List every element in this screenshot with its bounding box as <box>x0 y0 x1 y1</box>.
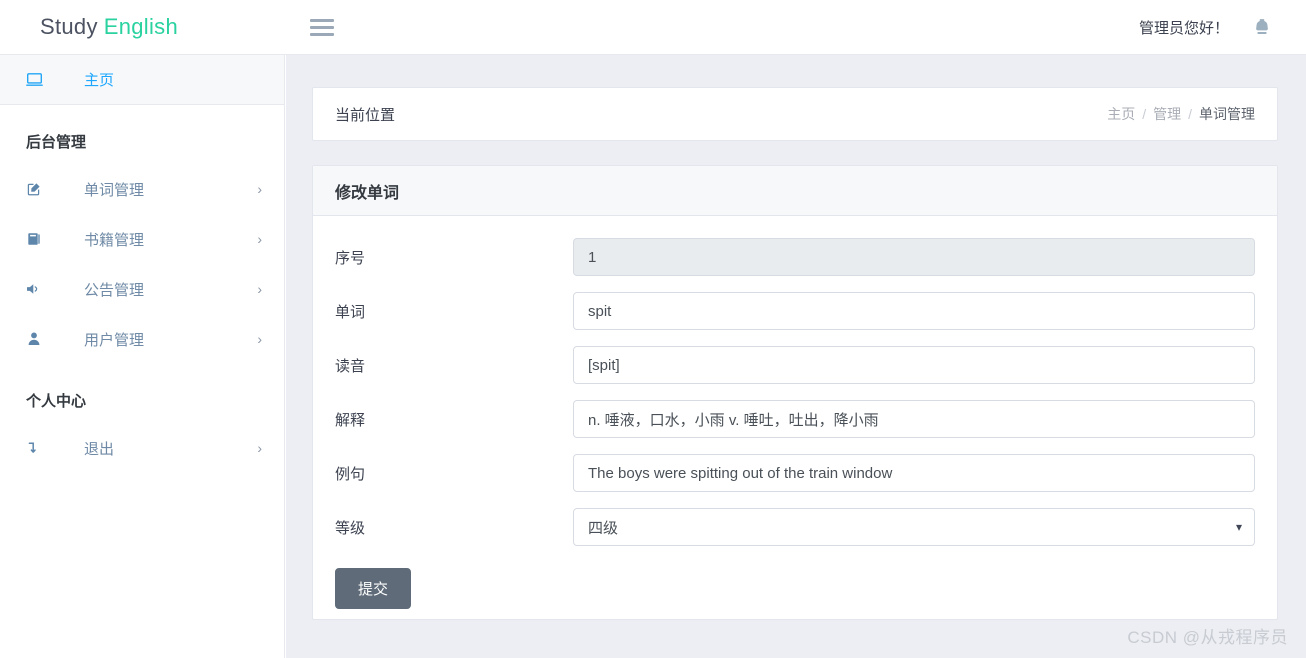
label-example: 例句 <box>335 465 366 483</box>
chevron-right-icon: › <box>257 181 262 197</box>
sidebar-section-personal: 个人中心 <box>26 393 87 410</box>
breadcrumb-separator: / <box>1188 106 1192 122</box>
sidebar-item-announcement-management[interactable]: 公告管理 › <box>0 264 284 314</box>
form-actions: 提交 <box>335 568 1255 609</box>
breadcrumb-item-current: 单词管理 <box>1199 106 1255 122</box>
monitor-icon <box>26 71 60 88</box>
label-definition: 解释 <box>335 411 366 429</box>
label-level: 等级 <box>335 519 366 537</box>
logout-icon <box>26 440 60 456</box>
hamburger-bar <box>310 32 334 36</box>
sidebar-item-label: 退出 <box>84 440 115 458</box>
book-icon <box>26 231 60 247</box>
form-row-level: 等级 ▾ <box>335 508 1255 546</box>
level-select-wrapper: ▾ <box>573 508 1255 546</box>
panel-title: 修改单词 <box>335 184 400 202</box>
panel-body: 序号 单词 读音 解释 例句 <box>313 216 1277 609</box>
chevron-right-icon: › <box>257 231 262 247</box>
label-word: 单词 <box>335 303 366 321</box>
word-field[interactable] <box>573 292 1255 330</box>
chevron-right-icon: › <box>257 440 262 456</box>
chevron-right-icon: › <box>257 331 262 347</box>
breadcrumb-separator: / <box>1142 106 1147 122</box>
user-bust-icon[interactable] <box>1251 16 1273 38</box>
main-content: 当前位置 主页 / 管理 / 单词管理 修改单词 序号 单词 <box>286 55 1306 658</box>
hamburger-bar <box>310 25 334 29</box>
id-field <box>573 238 1255 276</box>
submit-button[interactable]: 提交 <box>335 568 412 609</box>
user-icon <box>26 331 60 347</box>
label-pronunciation: 读音 <box>335 357 366 375</box>
hamburger-icon[interactable] <box>310 16 336 38</box>
edit-word-panel: 修改单词 序号 单词 读音 解释 <box>312 165 1278 620</box>
sidebar-item-user-management[interactable]: 用户管理 › <box>0 314 284 364</box>
pronunciation-field[interactable] <box>573 346 1255 384</box>
sidebar-item-logout[interactable]: 退出 › <box>0 423 284 473</box>
panel-header: 修改单词 <box>313 166 1277 216</box>
user-greeting: 管理员您好！ <box>1138 19 1229 37</box>
level-select[interactable] <box>573 508 1255 546</box>
sidebar-item-label: 用户管理 <box>84 331 145 349</box>
breadcrumb-item-home[interactable]: 主页 <box>1107 104 1135 124</box>
brand-accent-text: English <box>103 14 179 39</box>
breadcrumb-item-manage[interactable]: 管理 <box>1153 104 1181 124</box>
definition-field[interactable] <box>573 400 1255 438</box>
brand-logo[interactable]: Study English <box>0 14 285 40</box>
form-row-id: 序号 <box>335 238 1255 276</box>
megaphone-icon <box>26 281 60 297</box>
sidebar-item-label: 书籍管理 <box>84 231 145 249</box>
sidebar-item-home-label: 主页 <box>84 72 115 89</box>
example-field[interactable] <box>573 454 1255 492</box>
watermark: CSDN @从戎程序员 <box>1127 628 1288 647</box>
top-navbar: Study English 管理员您好！ <box>0 0 1306 55</box>
hamburger-bar <box>310 18 334 22</box>
form-row-pronunciation: 读音 <box>335 346 1255 384</box>
navbar-right: 管理员您好！ <box>1139 16 1306 38</box>
breadcrumb-title: 当前位置 <box>335 106 396 124</box>
app-root: Study English 管理员您好！ 主页 后台管理 单词管理 › 书籍管理… <box>0 0 1306 658</box>
pencil-square-icon <box>26 181 60 197</box>
brand-primary-text: Study <box>40 14 98 39</box>
sidebar-item-book-management[interactable]: 书籍管理 › <box>0 214 284 264</box>
form-row-word: 单词 <box>335 292 1255 330</box>
sidebar: 主页 后台管理 单词管理 › 书籍管理 › 公告管理 › 用户管理 › 个人中心… <box>0 55 285 658</box>
breadcrumb: 当前位置 主页 / 管理 / 单词管理 <box>312 87 1278 141</box>
chevron-right-icon: › <box>257 281 262 297</box>
form-row-definition: 解释 <box>335 400 1255 438</box>
form-row-example: 例句 <box>335 454 1255 492</box>
sidebar-item-label: 单词管理 <box>84 181 145 199</box>
sidebar-item-label: 公告管理 <box>84 281 145 299</box>
sidebar-section-admin: 后台管理 <box>26 134 87 151</box>
label-id: 序号 <box>335 249 366 267</box>
sidebar-item-home[interactable]: 主页 <box>0 55 284 105</box>
sidebar-item-word-management[interactable]: 单词管理 › <box>0 164 284 214</box>
breadcrumb-path: 主页 / 管理 / 单词管理 <box>1107 104 1255 124</box>
